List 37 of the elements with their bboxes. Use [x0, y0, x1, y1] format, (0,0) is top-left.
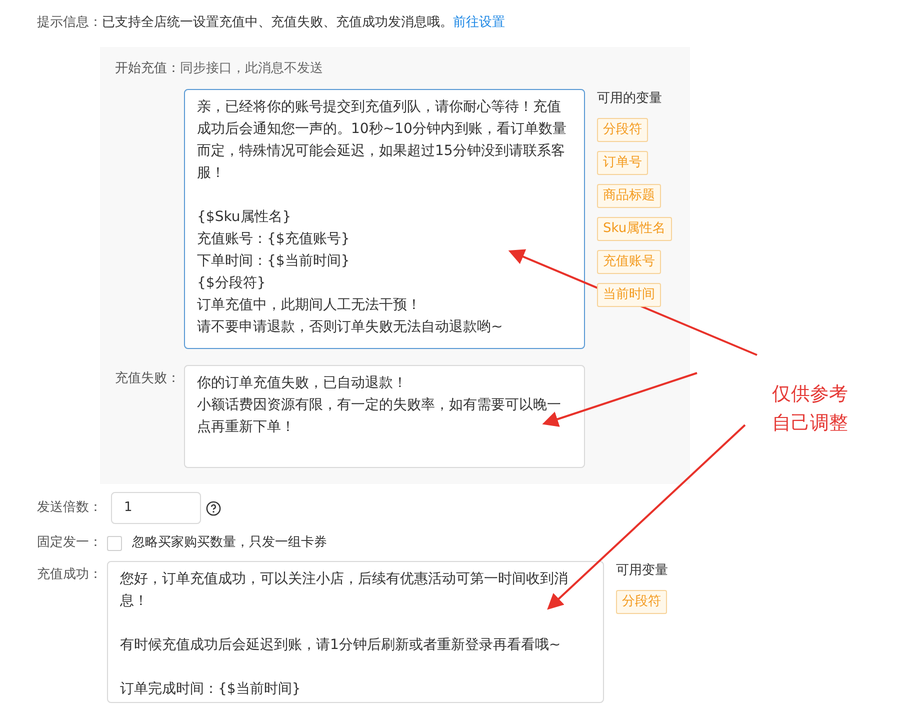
variables-title: 可用的变量: [597, 90, 662, 108]
start-value: 同步接口，此消息不发送: [180, 60, 323, 78]
annotation-text: 仅供参考: [772, 382, 848, 407]
settings-link[interactable]: 前往设置: [453, 13, 505, 33]
message-line: 小额话费因资源有限，有一定的失败率，如有需要可以晚一点再重新下单！: [197, 396, 562, 437]
message-line: 亲，已经将你的账号提交到充值列队，请你耐心等待！充值成功后会通知您一声的。10秒~10分钟内到账，看订单数量而定，特殊情况可能会延迟，如果超过15分钟没到请联系客服！: [197, 98, 568, 183]
message-field[interactable]: 亲，已经将你的账号提交到充值列队，请你耐心等待！充值成功后会通知您一声的。10秒~10分钟内到账，看订单数量而定，特殊情况可能会延迟，如果超过15分钟没到请联系客服！ {$Sku属性名} 充值账号：{$充值账号} 下单时间：{$当前时间} {$分段符} 订单充值中，此期间人工无法干预！ 请不要申请退款，否则订单失败无法自动退款哟~: [184, 89, 585, 349]
message-line: 有时候充值成功后会延迟到账，请1分钟后刷新或者重新登录再看看哦~: [120, 636, 561, 655]
notice-label: 提示信息：: [37, 14, 102, 32]
variable-tag[interactable]: 商品标题: [597, 184, 661, 208]
message-line: 订单完成时间：{$当前时间}: [120, 680, 301, 699]
message-line: 下单时间：{$当前时间}: [197, 252, 350, 271]
field-label: 开始充值：: [115, 60, 180, 78]
annotation-text: 自己调整: [772, 411, 848, 436]
message-field[interactable]: 你的订单充值失败，已自动退款！ 小额话费因资源有限，有一定的失败率，如有需要可以晚一点再重新下单！: [184, 365, 585, 468]
notice-text: 已支持全店统一设置充值中、充值失败、充值成功发消息哦。: [102, 14, 453, 32]
field-label: 发送倍数：: [37, 499, 103, 517]
checkbox-label: 忽略买家购买数量，只发一组卡券: [132, 534, 327, 552]
variable-tag[interactable]: 分段符: [616, 590, 667, 614]
message-line: 充值账号：{$充值账号}: [197, 230, 350, 249]
variable-tag[interactable]: 订单号: [597, 151, 648, 175]
message-line: {$Sku属性名}: [197, 208, 292, 227]
message-line: 订单充值中，此期间人工无法干预！: [197, 296, 421, 315]
field-label: 充值成功：: [37, 566, 103, 584]
message-line: 请不要申请退款，否则订单失败无法自动退款哟~: [197, 318, 503, 337]
field-label: 充值失败：: [115, 370, 181, 388]
variable-tag[interactable]: 分段符: [597, 118, 648, 142]
variables-title: 可用变量: [616, 562, 668, 580]
variable-tag[interactable]: 充值账号: [597, 250, 661, 274]
variable-tag[interactable]: Sku属性名: [597, 217, 672, 241]
variable-tag[interactable]: 当前时间: [597, 283, 661, 307]
message-line: 你的订单充值失败，已自动退款！: [197, 374, 407, 393]
multiplier-input[interactable]: 1: [111, 492, 201, 524]
message-field[interactable]: 您好，订单充值成功，可以关注小店，后续有优惠活动可第一时间收到消息！ 有时候充值成功后会延迟到账，请1分钟后刷新或者重新登录再看看哦~ 订单完成时间：{$当前时间}: [107, 561, 604, 703]
message-line: {$分段符}: [197, 274, 266, 293]
message-line: 您好，订单充值成功，可以关注小店，后续有优惠活动可第一时间收到消息！: [120, 570, 569, 611]
field-label: 固定发一：: [37, 534, 103, 552]
